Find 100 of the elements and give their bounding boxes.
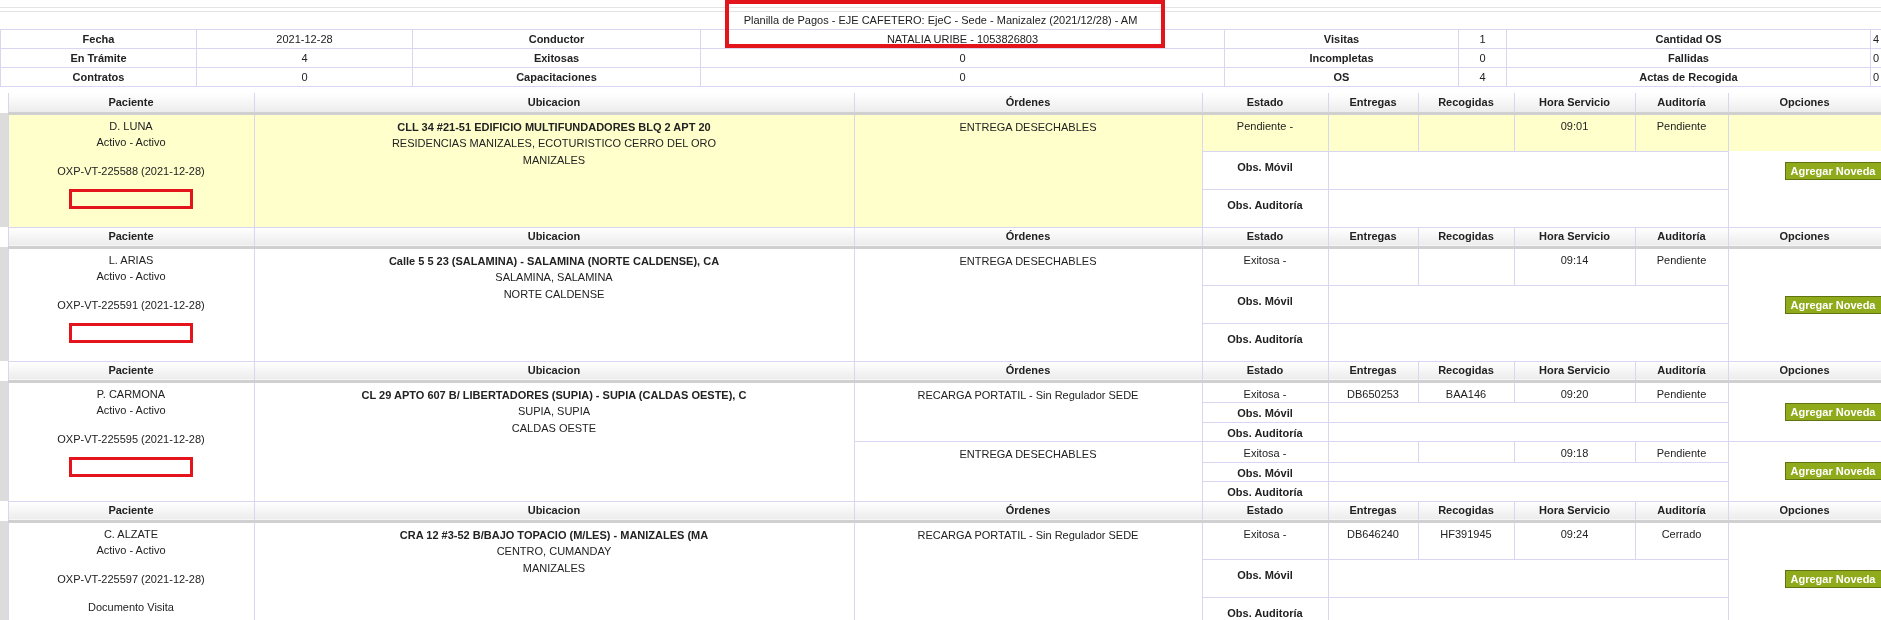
row-label: Obs. Móvil — [1237, 407, 1293, 419]
column-header: Ubicacion — [254, 227, 854, 247]
summary-label: Cantidad OS — [1655, 32, 1722, 45]
order-name: ENTREGA DESECHABLES — [959, 448, 1097, 460]
table-cell: DB646240 — [1347, 527, 1399, 540]
address-line: MANIZALES — [521, 560, 587, 576]
summary-label: Actas de Recogida — [1639, 70, 1738, 83]
table-cell: Pendiente — [1656, 447, 1707, 459]
add-note-button[interactable]: Agregar Noveda — [1784, 462, 1881, 481]
column-header: Estado — [1202, 93, 1328, 113]
table-cell: Cerrado — [1661, 527, 1702, 540]
address-line: SALAMINA, SALAMINA — [494, 270, 614, 285]
summary-label: Contratos — [72, 70, 125, 83]
patient-status: Activo - Activo — [96, 269, 166, 284]
patient-name: P. CARMONA — [96, 386, 166, 402]
summary-label: Fallidas — [1668, 51, 1709, 64]
summary-label: Incompletas — [1309, 51, 1374, 64]
table-cell: HF391945 — [1440, 527, 1492, 540]
summary-label: Conductor — [528, 32, 585, 45]
summary-value: 0 — [1872, 51, 1880, 64]
table-cell: Pendiente — [1656, 253, 1707, 266]
row-label: Obs. Móvil — [1237, 466, 1293, 479]
patient-name: L. ARIAS — [108, 252, 154, 268]
patient-status: Activo - Activo — [96, 135, 166, 150]
address-line: MANIZALES — [521, 152, 587, 168]
summary-value: 2021-12-28 — [276, 32, 333, 45]
summary-value: 0 — [1872, 70, 1880, 83]
summary-label: En Trámite — [70, 51, 127, 64]
row-label: Obs. Móvil — [1237, 294, 1293, 307]
summary-label: Capacitaciones — [516, 70, 597, 83]
table-cell: Exitosa - — [1243, 387, 1287, 400]
column-header: Ubicacion — [254, 361, 854, 381]
column-header: Paciente — [8, 501, 254, 521]
table-cell: Exitosa - — [1243, 527, 1287, 540]
visit-code: OXP-VT-225597 (2021-12-28) — [57, 571, 205, 587]
row-label: Obs. Auditoría — [1227, 198, 1303, 211]
summary-label: Fecha — [82, 32, 115, 45]
table-cell: Exitosa - — [1243, 447, 1287, 459]
column-header: Órdenes — [854, 93, 1202, 113]
table-cell: 09:24 — [1560, 527, 1589, 540]
column-header: Entregas — [1328, 93, 1418, 113]
table-cell: Pendiente — [1656, 387, 1707, 400]
row-label: Obs. Móvil — [1237, 160, 1293, 173]
summary-value: 4 — [1479, 70, 1486, 83]
address-line: CLL 34 #21-51 EDIFICIO MULTIFUNDADORES BLQ 2 APT 20 — [396, 119, 712, 135]
summary-label: Visitas — [1323, 32, 1360, 45]
column-header: Paciente — [8, 227, 254, 247]
summary-value: 0 — [959, 70, 966, 83]
table-cell: Pendiente — [1656, 119, 1707, 132]
column-header: Paciente — [8, 361, 254, 381]
address-line: Calle 5 5 23 (SALAMINA) - SALAMINA (NORTE CALDENSE), CA — [387, 253, 721, 269]
table-cell: DB650253 — [1347, 387, 1399, 400]
order-name: RECARGA PORTATIL - Sin Regulador SEDE — [917, 388, 1139, 401]
address-line: SUPIA, SUPIA — [516, 404, 592, 419]
visit-code: OXP-VT-225588 (2021-12-28) — [57, 163, 205, 179]
page-title: Planilla de Pagos - EJE CAFETERO: EjeC - Sede - Manizalez (2021/12/28) - AM — [743, 13, 1138, 29]
order-name: ENTREGA DESECHABLES — [959, 254, 1097, 267]
column-header: Paciente — [8, 93, 254, 113]
table-cell: 09:01 — [1560, 119, 1589, 132]
address-line: CRA 12 #3-52 B/BAJO TOPACIO (M/LES) - MANIZALES (MA — [398, 527, 710, 543]
document-link[interactable]: Documento Visita — [88, 599, 174, 616]
column-header: Hora Servicio — [1514, 93, 1635, 113]
summary-label: OS — [1333, 70, 1350, 83]
address-line: CALDAS OESTE — [510, 420, 598, 436]
address-line: RESIDENCIAS MANIZALES, ECOTURISTICO CERRO DEL ORO — [390, 136, 718, 151]
column-header: Ubicacion — [254, 501, 854, 521]
summary-value: 0 — [301, 70, 308, 83]
order-name: ENTREGA DESECHABLES — [959, 120, 1097, 133]
order-name: RECARGA PORTATIL - Sin Regulador SEDE — [917, 528, 1139, 541]
table-cell: Exitosa - — [1243, 253, 1287, 266]
summary-value: NATALIA URIBE - 1053826803 — [886, 32, 1039, 45]
add-note-button[interactable]: Agregar Noveda — [1784, 402, 1881, 421]
patient-status: Activo - Activo — [96, 543, 166, 558]
row-label: Obs. Móvil — [1237, 568, 1293, 581]
column-header: Ubicacion — [254, 93, 854, 113]
summary-value: 4 — [1872, 32, 1880, 45]
address-line: CENTRO, CUMANDAY — [495, 544, 613, 559]
visit-code: OXP-VT-225591 (2021-12-28) — [57, 297, 205, 313]
address-line: NORTE CALDENSE — [502, 286, 606, 302]
row-label: Obs. Auditoría — [1227, 332, 1303, 345]
address-line: CL 29 APTO 607 B/ LIBERTADORES (SUPIA) - SUPIA (CALDAS OESTE), C — [360, 387, 748, 403]
column-header: Recogidas — [1418, 93, 1514, 113]
patient-status: Activo - Activo — [96, 403, 166, 418]
table-cell: BAA146 — [1445, 387, 1487, 400]
table-cell: 09:14 — [1560, 253, 1589, 266]
row-label: Obs. Auditoría — [1227, 606, 1303, 619]
summary-value: 4 — [301, 51, 308, 64]
column-header: Auditoría — [1635, 93, 1728, 113]
summary-value: 0 — [1479, 51, 1486, 64]
table-cell: 09:20 — [1560, 387, 1589, 400]
row-label: Obs. Auditoría — [1227, 486, 1303, 498]
summary-value: 0 — [959, 51, 966, 64]
row-label: Obs. Auditoría — [1227, 426, 1303, 439]
visit-code: OXP-VT-225595 (2021-12-28) — [57, 431, 205, 447]
table-cell: Pendiente - — [1236, 119, 1294, 132]
table-cell: 09:18 — [1560, 447, 1589, 459]
column-header: Opciones — [1728, 93, 1881, 113]
patient-name: D. LUNA — [109, 118, 153, 134]
summary-label: Exitosas — [533, 51, 580, 64]
summary-value: 1 — [1479, 32, 1486, 45]
